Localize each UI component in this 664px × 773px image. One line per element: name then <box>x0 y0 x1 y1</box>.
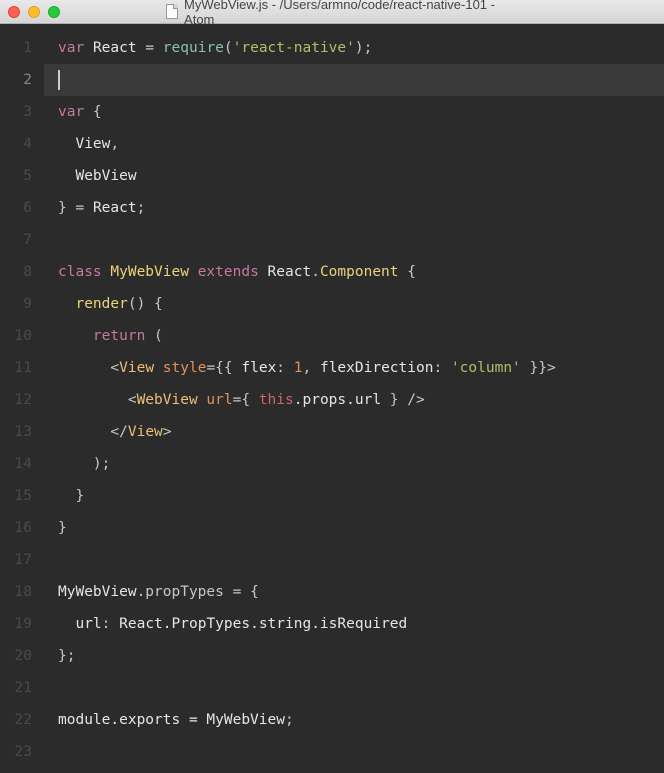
line-number[interactable]: 16 <box>0 512 44 544</box>
line-number[interactable]: 9 <box>0 288 44 320</box>
window-title: MyWebView.js - /Users/armno/code/react-n… <box>166 0 498 27</box>
code-line[interactable] <box>44 64 664 96</box>
code-line[interactable]: ); <box>58 448 664 480</box>
code-line[interactable]: return ( <box>58 320 664 352</box>
cursor-icon <box>58 70 60 90</box>
line-number[interactable]: 22 <box>0 704 44 736</box>
line-number[interactable]: 7 <box>0 224 44 256</box>
line-number[interactable]: 21 <box>0 672 44 704</box>
code-line[interactable]: render() { <box>58 288 664 320</box>
code-line[interactable]: } = React; <box>58 192 664 224</box>
code-line[interactable]: <View style={{ flex: 1, flexDirection: '… <box>58 352 664 384</box>
line-number[interactable]: 6 <box>0 192 44 224</box>
line-number[interactable]: 20 <box>0 640 44 672</box>
title-filename: MyWebView.js <box>184 0 268 12</box>
code-line[interactable]: WebView <box>58 160 664 192</box>
line-number[interactable]: 23 <box>0 736 44 768</box>
code-line[interactable]: var { <box>58 96 664 128</box>
code-line[interactable]: }; <box>58 640 664 672</box>
line-number[interactable]: 14 <box>0 448 44 480</box>
code-line[interactable] <box>58 736 664 768</box>
line-number[interactable]: 1 <box>0 32 44 64</box>
file-icon <box>166 4 178 19</box>
title-path: /Users/armno/code/react-native-101 <box>280 0 487 12</box>
window-controls <box>8 6 60 18</box>
gutter: 1 2 3 4 5 6 7 8 9 10 11 12 13 14 15 16 1… <box>0 24 44 773</box>
line-number[interactable]: 10 <box>0 320 44 352</box>
line-number[interactable]: 4 <box>0 128 44 160</box>
line-number[interactable]: 18 <box>0 576 44 608</box>
line-number[interactable]: 17 <box>0 544 44 576</box>
code-line[interactable]: var React = require('react-native'); <box>58 32 664 64</box>
line-number[interactable]: 8 <box>0 256 44 288</box>
code-line[interactable] <box>58 544 664 576</box>
code-line[interactable] <box>58 224 664 256</box>
line-number[interactable]: 12 <box>0 384 44 416</box>
line-number[interactable]: 13 <box>0 416 44 448</box>
line-number[interactable]: 3 <box>0 96 44 128</box>
code-line[interactable]: url: React.PropTypes.string.isRequired <box>58 608 664 640</box>
editor[interactable]: 1 2 3 4 5 6 7 8 9 10 11 12 13 14 15 16 1… <box>0 24 664 773</box>
line-number[interactable]: 2 <box>0 64 44 96</box>
code-line[interactable]: } <box>58 480 664 512</box>
close-button[interactable] <box>8 6 20 18</box>
line-number[interactable]: 15 <box>0 480 44 512</box>
titlebar: MyWebView.js - /Users/armno/code/react-n… <box>0 0 664 24</box>
maximize-button[interactable] <box>48 6 60 18</box>
code-line[interactable]: View, <box>58 128 664 160</box>
code-line[interactable]: MyWebView.propTypes = { <box>58 576 664 608</box>
code-line[interactable] <box>58 672 664 704</box>
line-number[interactable]: 5 <box>0 160 44 192</box>
minimize-button[interactable] <box>28 6 40 18</box>
line-number[interactable]: 19 <box>0 608 44 640</box>
code-line[interactable]: class MyWebView extends React.Component … <box>58 256 664 288</box>
code-area[interactable]: var React = require('react-native'); var… <box>44 24 664 773</box>
code-line[interactable]: </View> <box>58 416 664 448</box>
line-number[interactable]: 11 <box>0 352 44 384</box>
code-line[interactable]: } <box>58 512 664 544</box>
code-line[interactable]: <WebView url={ this.props.url } /> <box>58 384 664 416</box>
code-line[interactable]: module.exports = MyWebView; <box>58 704 664 736</box>
